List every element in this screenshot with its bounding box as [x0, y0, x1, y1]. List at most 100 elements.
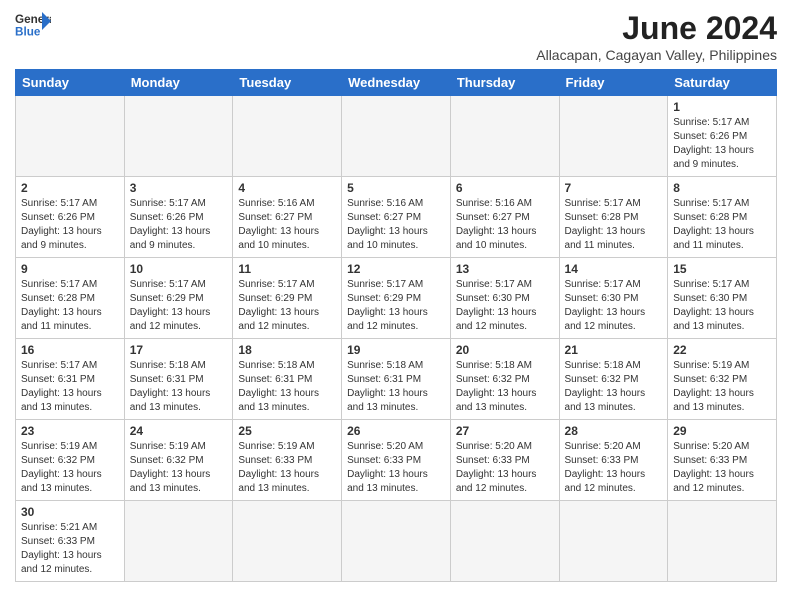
location-subtitle: Allacapan, Cagayan Valley, Philippines [536, 47, 777, 63]
day-number: 30 [21, 505, 119, 519]
day-info: Sunrise: 5:18 AM Sunset: 6:31 PM Dayligh… [130, 359, 228, 415]
calendar-cell: 7Sunrise: 5:17 AM Sunset: 6:28 PM Daylig… [559, 177, 668, 258]
calendar-cell [233, 96, 342, 177]
day-info: Sunrise: 5:20 AM Sunset: 6:33 PM Dayligh… [673, 440, 771, 496]
day-info: Sunrise: 5:18 AM Sunset: 6:31 PM Dayligh… [347, 359, 445, 415]
calendar-cell: 21 Sunrise: 5:18 AM Sunset: 6:32 PM Dayli… [559, 339, 668, 420]
calendar-week-row: 30Sunrise: 5:21 AM Sunset: 6:33 PM Dayli… [16, 501, 777, 582]
day-number: 20 [456, 343, 554, 357]
day-number: 25 [238, 424, 336, 438]
day-number: 18 [238, 343, 336, 357]
day-info: Sunrise: 5:18 AM Sunset: 6:32 PM Dayligh… [456, 359, 554, 415]
day-number: 21 [565, 343, 663, 357]
day-number: 6 [456, 181, 554, 195]
day-number: 15 [673, 262, 771, 276]
day-info: Sunrise: 5:17 AM Sunset: 6:26 PM Dayligh… [21, 197, 119, 253]
calendar-cell [342, 96, 451, 177]
day-info: Sunrise: 5:20 AM Sunset: 6:33 PM Dayligh… [456, 440, 554, 496]
day-info: Sunrise: 5:19 AM Sunset: 6:33 PM Dayligh… [238, 440, 336, 496]
day-number: 17 [130, 343, 228, 357]
calendar-cell: 4Sunrise: 5:16 AM Sunset: 6:27 PM Daylig… [233, 177, 342, 258]
calendar-cell: 16 Sunrise: 5:17 AM Sunset: 6:31 PM Dayli… [16, 339, 125, 420]
calendar-cell: 29 Sunrise: 5:20 AM Sunset: 6:33 PM Dayli… [668, 420, 777, 501]
day-number: 9 [21, 262, 119, 276]
day-info: Sunrise: 5:17 AM Sunset: 6:29 PM Dayligh… [347, 278, 445, 334]
day-info: Sunrise: 5:17 AM Sunset: 6:29 PM Dayligh… [238, 278, 336, 334]
day-info: Sunrise: 5:20 AM Sunset: 6:33 PM Dayligh… [565, 440, 663, 496]
day-number: 3 [130, 181, 228, 195]
day-info: Sunrise: 5:19 AM Sunset: 6:32 PM Dayligh… [21, 440, 119, 496]
calendar-cell: 5Sunrise: 5:16 AM Sunset: 6:27 PM Daylig… [342, 177, 451, 258]
calendar-cell: 18 Sunrise: 5:18 AM Sunset: 6:31 PM Dayli… [233, 339, 342, 420]
calendar-cell: 10 Sunrise: 5:17 AM Sunset: 6:29 PM Dayli… [124, 258, 233, 339]
calendar-cell: 15 Sunrise: 5:17 AM Sunset: 6:30 PM Dayli… [668, 258, 777, 339]
calendar-cell: 17 Sunrise: 5:18 AM Sunset: 6:31 PM Dayli… [124, 339, 233, 420]
day-info: Sunrise: 5:19 AM Sunset: 6:32 PM Dayligh… [130, 440, 228, 496]
svg-text:Blue: Blue [15, 25, 41, 38]
header: General Blue June 2024 Allacapan, Cagaya… [15, 10, 777, 63]
day-number: 10 [130, 262, 228, 276]
day-info: Sunrise: 5:19 AM Sunset: 6:32 PM Dayligh… [673, 359, 771, 415]
calendar-cell [559, 501, 668, 582]
calendar-cell: 22 Sunrise: 5:19 AM Sunset: 6:32 PM Dayli… [668, 339, 777, 420]
calendar-cell: 11Sunrise: 5:17 AM Sunset: 6:29 PM Dayli… [233, 258, 342, 339]
calendar-table: SundayMondayTuesdayWednesdayThursdayFrid… [15, 69, 777, 582]
weekday-header-thursday: Thursday [450, 70, 559, 96]
logo: General Blue [15, 10, 51, 42]
weekday-header-sunday: Sunday [16, 70, 125, 96]
day-info: Sunrise: 5:17 AM Sunset: 6:26 PM Dayligh… [673, 116, 771, 172]
day-number: 28 [565, 424, 663, 438]
calendar-cell: 28 Sunrise: 5:20 AM Sunset: 6:33 PM Dayli… [559, 420, 668, 501]
calendar-cell [124, 501, 233, 582]
day-info: Sunrise: 5:18 AM Sunset: 6:32 PM Dayligh… [565, 359, 663, 415]
day-number: 4 [238, 181, 336, 195]
calendar-cell: 14 Sunrise: 5:17 AM Sunset: 6:30 PM Dayli… [559, 258, 668, 339]
weekday-header-saturday: Saturday [668, 70, 777, 96]
day-info: Sunrise: 5:17 AM Sunset: 6:30 PM Dayligh… [673, 278, 771, 334]
day-number: 24 [130, 424, 228, 438]
calendar-cell: 3 Sunrise: 5:17 AM Sunset: 6:26 PM Daylig… [124, 177, 233, 258]
calendar-cell: 6Sunrise: 5:16 AM Sunset: 6:27 PM Daylig… [450, 177, 559, 258]
calendar-cell: 26 Sunrise: 5:20 AM Sunset: 6:33 PM Dayli… [342, 420, 451, 501]
day-number: 29 [673, 424, 771, 438]
calendar-cell [16, 96, 125, 177]
calendar-cell [450, 96, 559, 177]
calendar-week-row: 9 Sunrise: 5:17 AM Sunset: 6:28 PM Daylig… [16, 258, 777, 339]
weekday-header-friday: Friday [559, 70, 668, 96]
day-info: Sunrise: 5:18 AM Sunset: 6:31 PM Dayligh… [238, 359, 336, 415]
weekday-header-wednesday: Wednesday [342, 70, 451, 96]
day-info: Sunrise: 5:17 AM Sunset: 6:30 PM Dayligh… [565, 278, 663, 334]
day-info: Sunrise: 5:17 AM Sunset: 6:28 PM Dayligh… [565, 197, 663, 253]
day-number: 2 [21, 181, 119, 195]
calendar-cell: 12 Sunrise: 5:17 AM Sunset: 6:29 PM Dayli… [342, 258, 451, 339]
day-number: 23 [21, 424, 119, 438]
day-number: 16 [21, 343, 119, 357]
day-info: Sunrise: 5:17 AM Sunset: 6:30 PM Dayligh… [456, 278, 554, 334]
calendar-cell: 2 Sunrise: 5:17 AM Sunset: 6:26 PM Daylig… [16, 177, 125, 258]
calendar-cell: 30Sunrise: 5:21 AM Sunset: 6:33 PM Dayli… [16, 501, 125, 582]
calendar-cell: 1Sunrise: 5:17 AM Sunset: 6:26 PM Daylig… [668, 96, 777, 177]
calendar-cell [233, 501, 342, 582]
title-block: June 2024 Allacapan, Cagayan Valley, Phi… [536, 10, 777, 63]
calendar-cell [668, 501, 777, 582]
day-info: Sunrise: 5:20 AM Sunset: 6:33 PM Dayligh… [347, 440, 445, 496]
day-number: 22 [673, 343, 771, 357]
calendar-cell: 8Sunrise: 5:17 AM Sunset: 6:28 PM Daylig… [668, 177, 777, 258]
calendar-cell: 27Sunrise: 5:20 AM Sunset: 6:33 PM Dayli… [450, 420, 559, 501]
day-info: Sunrise: 5:17 AM Sunset: 6:31 PM Dayligh… [21, 359, 119, 415]
day-number: 8 [673, 181, 771, 195]
day-info: Sunrise: 5:17 AM Sunset: 6:26 PM Dayligh… [130, 197, 228, 253]
month-year-title: June 2024 [536, 10, 777, 47]
logo-icon: General Blue [15, 10, 51, 42]
day-info: Sunrise: 5:17 AM Sunset: 6:28 PM Dayligh… [21, 278, 119, 334]
calendar-week-row: 16 Sunrise: 5:17 AM Sunset: 6:31 PM Dayli… [16, 339, 777, 420]
calendar-cell: 13Sunrise: 5:17 AM Sunset: 6:30 PM Dayli… [450, 258, 559, 339]
calendar-cell [559, 96, 668, 177]
weekday-header-monday: Monday [124, 70, 233, 96]
day-number: 12 [347, 262, 445, 276]
day-info: Sunrise: 5:17 AM Sunset: 6:29 PM Dayligh… [130, 278, 228, 334]
day-number: 14 [565, 262, 663, 276]
calendar-cell [450, 501, 559, 582]
day-number: 26 [347, 424, 445, 438]
day-number: 19 [347, 343, 445, 357]
